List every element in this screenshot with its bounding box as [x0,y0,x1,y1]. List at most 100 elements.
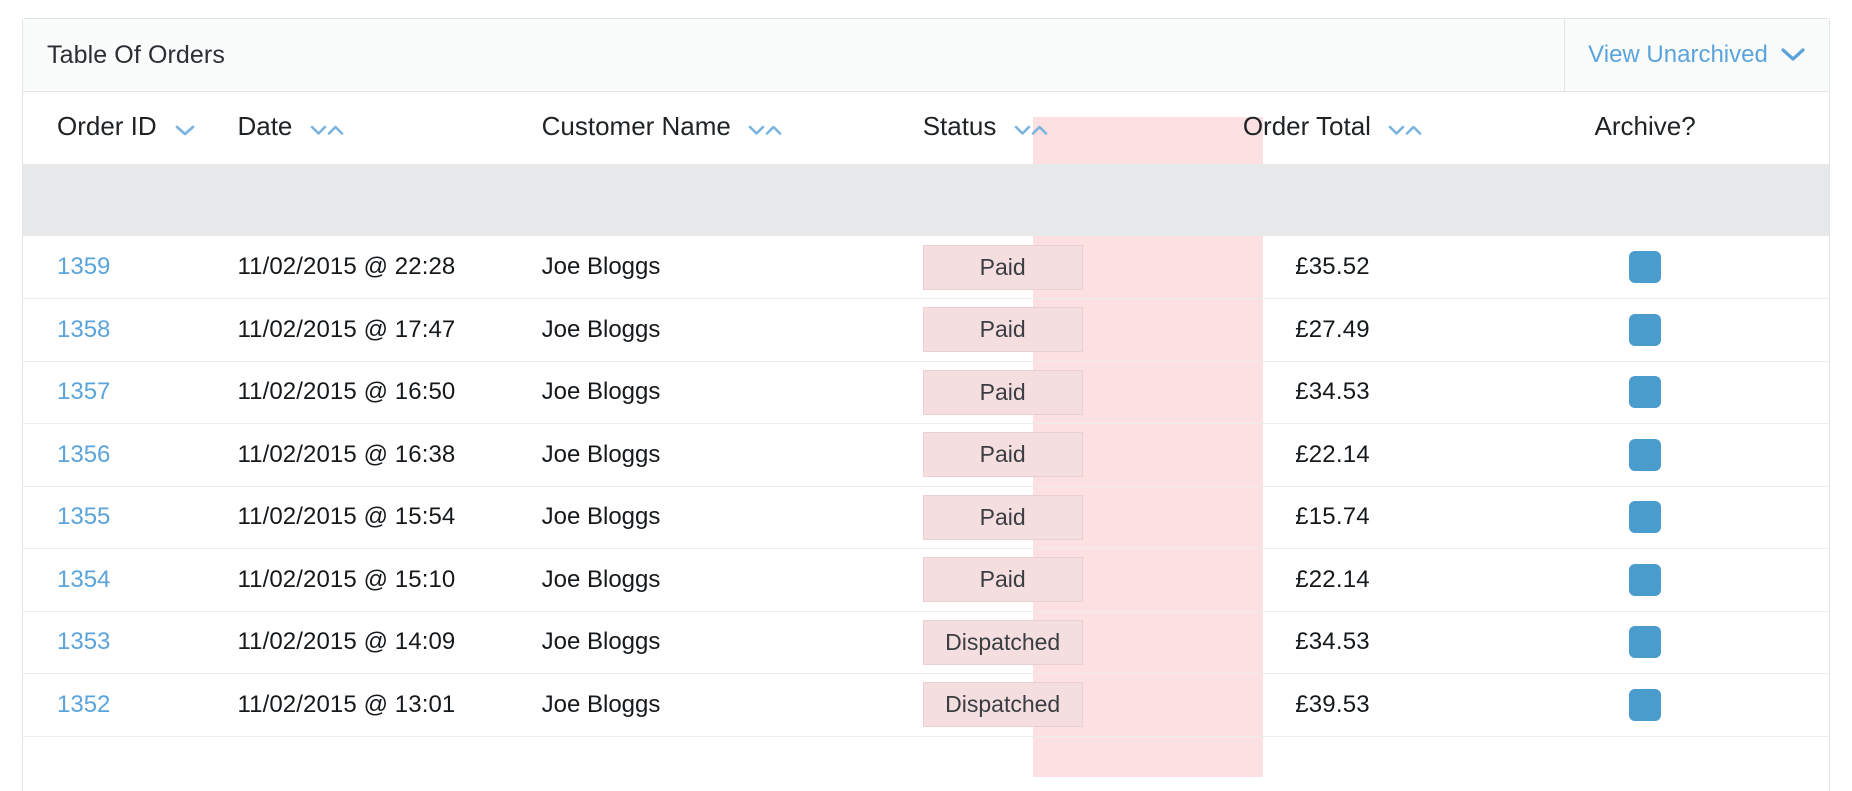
archive-checkbox[interactable] [1629,563,1662,596]
column-header-status-label: Status [922,111,997,141]
column-header-order-id[interactable]: Order ID [23,92,235,164]
cell-order-id: 1353 [23,611,236,674]
order-id-link[interactable]: 1356 [57,441,110,468]
column-header-customer-name[interactable]: Customer Name [528,92,865,164]
cell-date: 11/02/2015 @ 14:09 [235,611,528,674]
cell-customer-name: Joe Bloggs [527,673,865,737]
table-row: 1356 11/02/2015 @ 16:38 Joe Bloggs Paid £22.… [23,423,1829,487]
cell-archive [1461,361,1829,424]
cell-archive [1461,611,1829,674]
cell-customer-name: Joe Bloggs [527,611,865,674]
order-total: £34.53 [1295,628,1370,656]
cell-date: 11/02/2015 @ 15:54 [235,486,528,549]
order-date: 11/02/2015 @ 16:38 [237,440,456,468]
cell-order-total: £27.49 [1203,298,1462,362]
orders-table: Order ID Date Customer Name Status Order… [23,92,1829,737]
status-badge[interactable]: Paid [922,369,1083,415]
status-badge[interactable]: Paid [922,557,1083,603]
cell-customer-name: Joe Bloggs [527,298,865,362]
column-header-status[interactable]: Status [865,92,1204,164]
order-id-link[interactable]: 1357 [57,378,110,405]
order-total: £15.74 [1295,503,1370,531]
cell-order-id: 1358 [23,298,236,362]
order-id-link[interactable]: 1354 [57,566,110,593]
cell-status: Paid [864,423,1204,487]
customer-name: Joe Bloggs [541,503,661,531]
order-date: 11/02/2015 @ 13:01 [237,690,456,718]
status-badge[interactable]: Paid [922,494,1083,540]
archive-checkbox[interactable] [1629,313,1662,346]
card-title-text: Table Of Orders [47,40,225,69]
cell-date: 11/02/2015 @ 22:28 [235,236,528,299]
cell-order-id: 1355 [23,486,236,549]
view-unarchived-label: View Unarchived [1588,41,1768,68]
table-body: 1359 11/02/2015 @ 22:28 Joe Bloggs Paid £35.… [23,236,1829,737]
order-total: £34.53 [1295,378,1370,406]
table-header-underline [23,164,1829,236]
order-total: £39.53 [1295,690,1370,718]
customer-name: Joe Bloggs [541,565,661,593]
cell-customer-name: Joe Bloggs [527,423,865,487]
column-header-archive-label: Archive? [1594,111,1696,141]
status-badge[interactable]: Dispatched [922,619,1083,665]
order-id-link[interactable]: 1352 [57,691,110,718]
customer-name: Joe Bloggs [541,315,661,343]
status-badge[interactable]: Dispatched [922,682,1083,728]
table-header-row: Order ID Date Customer Name Status Order… [23,92,1829,164]
view-unarchived-button[interactable]: View Unarchived [1564,19,1829,91]
status-badge[interactable]: Paid [922,307,1083,353]
cell-order-id: 1357 [23,361,236,424]
order-date: 11/02/2015 @ 14:09 [237,628,456,656]
archive-checkbox[interactable] [1629,501,1662,534]
column-header-customer-name-label: Customer Name [541,111,731,141]
archive-checkbox[interactable] [1629,688,1662,721]
cell-status: Dispatched [864,611,1204,674]
order-date: 11/02/2015 @ 15:10 [237,565,456,593]
cell-date: 11/02/2015 @ 13:01 [235,673,528,737]
sort-both-icon[interactable] [310,123,344,137]
orders-table-wrapper: Order ID Date Customer Name Status Order… [23,92,1829,777]
sort-both-icon[interactable] [1014,123,1048,137]
status-badge[interactable]: Paid [922,244,1083,290]
cell-order-total: £34.53 [1203,361,1462,424]
order-id-link[interactable]: 1355 [57,503,110,530]
order-total: £27.49 [1295,315,1370,343]
sort-descending-icon[interactable] [174,123,196,137]
table-row: 1355 11/02/2015 @ 15:54 Joe Bloggs Paid £15.… [23,486,1829,549]
page-title: Table Of Orders [23,19,1564,91]
cell-customer-name: Joe Bloggs [527,548,865,612]
order-id-link[interactable]: 1359 [57,253,110,280]
sort-both-icon[interactable] [748,123,782,137]
column-header-order-id-label: Order ID [57,111,157,141]
chevron-down-icon [1780,47,1806,63]
archive-checkbox[interactable] [1629,251,1662,283]
archive-checkbox[interactable] [1629,376,1662,409]
column-header-date[interactable]: Date [235,92,527,164]
order-date: 11/02/2015 @ 22:28 [237,253,456,280]
cell-status: Paid [864,361,1204,424]
table-header: Order ID Date Customer Name Status Order… [23,92,1829,236]
cell-order-id: 1356 [23,423,236,487]
column-header-date-label: Date [237,111,293,141]
status-badge[interactable]: Paid [922,432,1083,478]
order-id-link[interactable]: 1353 [57,628,110,655]
column-header-order-total[interactable]: Order Total [1204,92,1461,164]
cell-archive [1461,236,1829,299]
cell-order-total: £22.14 [1203,423,1462,487]
archive-checkbox[interactable] [1629,626,1662,659]
archive-checkbox[interactable] [1629,438,1662,471]
column-header-archive: Archive? [1461,92,1829,164]
cell-archive [1461,298,1829,362]
sort-both-icon[interactable] [1388,123,1422,137]
customer-name: Joe Bloggs [541,628,661,656]
cell-customer-name: Joe Bloggs [527,486,865,549]
cell-order-total: £22.14 [1203,548,1462,612]
order-date: 11/02/2015 @ 16:50 [237,378,456,406]
table-row: 1354 11/02/2015 @ 15:10 Joe Bloggs Paid £22.… [23,548,1829,612]
order-id-link[interactable]: 1358 [57,316,110,343]
cell-order-id: 1352 [23,673,236,737]
cell-order-id: 1359 [23,236,236,299]
cell-archive [1461,423,1829,487]
cell-archive [1461,673,1829,737]
cell-order-total: £35.52 [1203,236,1462,299]
